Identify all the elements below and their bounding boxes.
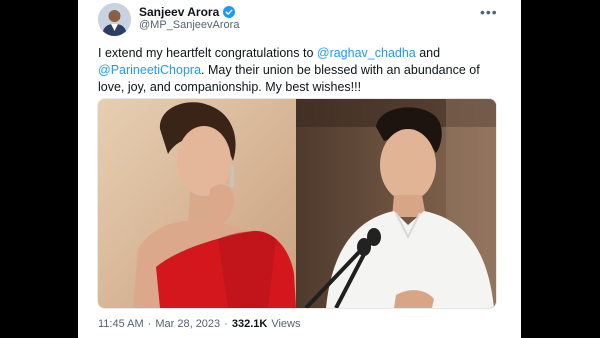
avatar[interactable] bbox=[98, 3, 131, 36]
avatar-image bbox=[98, 3, 131, 36]
tweet-card[interactable]: Sanjeev Arora @MP_SanjeevArora ••• I ext… bbox=[78, 0, 521, 338]
display-name[interactable]: Sanjeev Arora bbox=[139, 5, 219, 19]
author-name-row: Sanjeev Arora bbox=[139, 5, 236, 19]
user-handle[interactable]: @MP_SanjeevArora bbox=[139, 19, 239, 31]
tweet-meta-row: 11:45 AM · Mar 28, 2023 · 332.1K Views bbox=[98, 318, 300, 330]
mention-link-raghav[interactable]: @raghav_chadha bbox=[317, 46, 416, 60]
views-label: Views bbox=[271, 318, 301, 330]
views-count: 332.1K bbox=[231, 318, 268, 330]
photo-man-at-microphone[interactable] bbox=[296, 99, 496, 308]
tweet-date[interactable]: Mar 28, 2023 bbox=[155, 318, 220, 330]
tweet-text-part: I extend my heartfelt congratulations to bbox=[98, 46, 317, 60]
tweet-time[interactable]: 11:45 AM bbox=[98, 318, 144, 330]
verified-badge-icon bbox=[223, 6, 236, 18]
more-dots-icon[interactable]: ••• bbox=[480, 5, 498, 19]
left-letterbox bbox=[0, 0, 78, 338]
tweet-media[interactable] bbox=[97, 98, 497, 309]
right-letterbox bbox=[521, 0, 600, 338]
photo-woman-red-dress[interactable] bbox=[98, 99, 296, 308]
meta-separator: · bbox=[224, 318, 228, 330]
tweet-text: I extend my heartfelt congratulations to… bbox=[98, 45, 498, 96]
tweet-text-part: and bbox=[415, 46, 441, 60]
mention-link-parineeti[interactable]: @ParineetiChopra bbox=[98, 63, 201, 77]
meta-separator: · bbox=[147, 318, 152, 330]
